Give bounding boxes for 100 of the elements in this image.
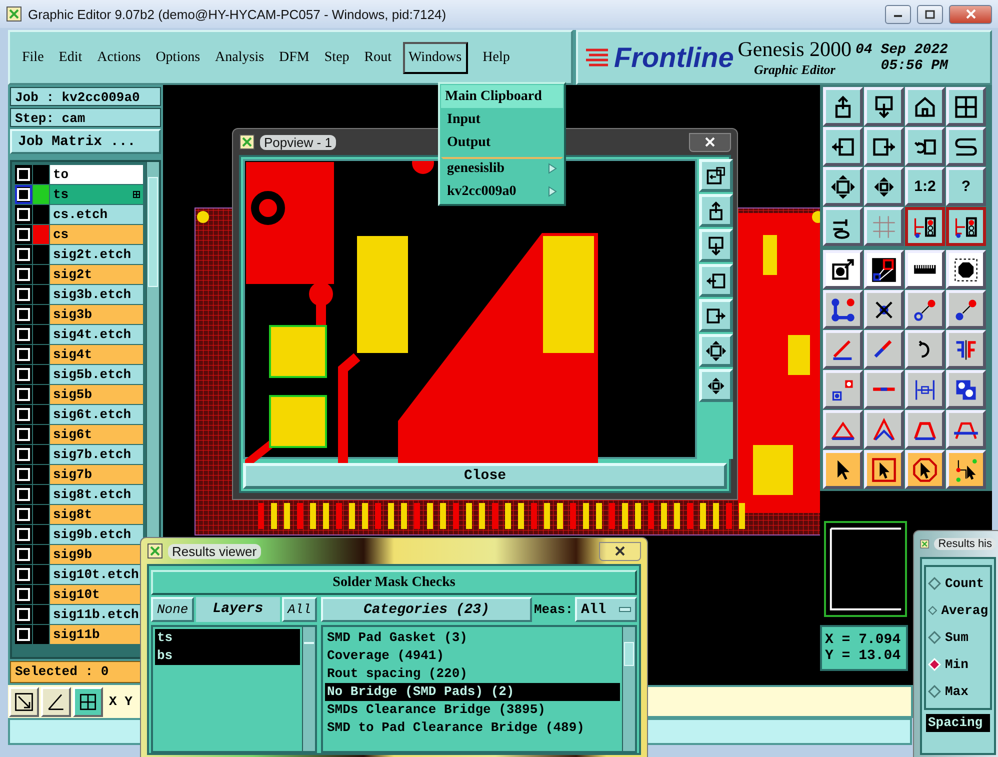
scrollbar[interactable] (622, 627, 635, 751)
view-tool-button[interactable] (699, 299, 733, 332)
list-item[interactable]: bs (155, 647, 300, 665)
layer-name[interactable]: sig10t.etch (50, 565, 143, 584)
radio-option[interactable]: Sum (928, 624, 988, 651)
minimize-button[interactable] (885, 4, 911, 24)
select-all-button[interactable]: All (282, 597, 317, 622)
layer-checkbox[interactable] (15, 365, 32, 384)
layer-checkbox[interactable] (15, 425, 32, 444)
layer-name[interactable]: sig8t.etch (50, 485, 143, 504)
radio-option[interactable]: Averag (928, 597, 988, 624)
layer-name[interactable]: sig7b.etch (50, 445, 143, 464)
layer-checkbox[interactable] (15, 545, 32, 564)
meas-dropdown[interactable]: All (575, 597, 637, 622)
categories-button[interactable]: Categories (23) (321, 597, 532, 622)
layer-checkbox[interactable] (15, 405, 32, 424)
list-item[interactable]: SMD to Pad Clearance Bridge (489) (325, 719, 620, 737)
layer-name[interactable]: sig6t (50, 425, 143, 444)
fiducial-mark (812, 211, 820, 223)
layer-name[interactable]: cs (50, 225, 143, 244)
view-button[interactable] (9, 686, 39, 716)
layer-name[interactable]: sig9b.etch (50, 525, 143, 544)
layer-name[interactable]: ts (50, 185, 143, 204)
layer-checkbox[interactable] (15, 325, 32, 344)
radio-option[interactable]: Count (928, 570, 988, 597)
layer-checkbox[interactable] (15, 565, 32, 584)
view-button[interactable] (73, 686, 103, 716)
layer-name[interactable]: sig11b (50, 625, 143, 644)
overview-map[interactable] (824, 521, 907, 617)
layer-checkbox[interactable] (15, 485, 32, 504)
layer-checkbox[interactable] (15, 245, 32, 264)
layer-checkbox[interactable] (15, 225, 32, 244)
layer-checkbox[interactable] (15, 525, 32, 544)
list-item[interactable]: Rout spacing (220) (325, 665, 620, 683)
list-item[interactable]: ts (155, 629, 300, 647)
close-button[interactable] (599, 542, 641, 560)
list-item[interactable]: No Bridge (SMD Pads) (2) (325, 683, 620, 701)
layer-checkbox[interactable] (15, 625, 32, 644)
layer-checkbox[interactable] (15, 585, 32, 604)
view-tool-button[interactable] (699, 194, 733, 227)
layer-name[interactable]: sig9b (50, 545, 143, 564)
layer-checkbox[interactable] (15, 205, 32, 224)
layer-color-swatch (33, 505, 49, 524)
view-tool-button[interactable] (699, 264, 733, 297)
submenu-arrow-icon (548, 186, 557, 197)
view-tool-button[interactable] (699, 334, 733, 367)
list-item[interactable]: Spacing (926, 714, 990, 732)
toolbar-button[interactable] (946, 207, 986, 246)
layer-name[interactable]: sig2t (50, 265, 143, 284)
toolbar-button[interactable]: 1:2 (905, 167, 945, 206)
layer-checkbox[interactable] (15, 345, 32, 364)
layer-name[interactable]: sig6t.etch (50, 405, 143, 424)
layer-name[interactable]: sig3b.etch (50, 285, 143, 304)
list-item[interactable]: SMD Pad Gasket (3) (325, 629, 620, 647)
radio-option[interactable]: Max (928, 678, 988, 705)
list-item[interactable]: Coverage (4941) (325, 647, 620, 665)
layer-name[interactable]: sig7b (50, 465, 143, 484)
layer-name[interactable]: sig4t (50, 345, 143, 364)
layer-name[interactable]: to (50, 165, 143, 184)
layer-name[interactable]: cs.etch (50, 205, 143, 224)
close-button[interactable] (949, 4, 992, 24)
layer-checkbox[interactable] (15, 285, 32, 304)
layer-name[interactable]: sig4t.etch (50, 325, 143, 344)
select-none-button[interactable]: None (151, 597, 194, 622)
close-popview-button[interactable]: Close (243, 463, 727, 489)
layer-checkbox[interactable] (15, 465, 32, 484)
menu-entry[interactable]: Main Clipboard (441, 85, 563, 108)
layer-checkbox[interactable] (15, 265, 32, 284)
layer-checkbox[interactable] (15, 505, 32, 524)
view-button[interactable] (41, 686, 71, 716)
radio-option[interactable]: Min (928, 651, 988, 678)
window-title: Results viewer (168, 544, 261, 558)
list-item[interactable]: SMDs Clearance Bridge (3895) (325, 701, 620, 719)
menu-item[interactable]: Windows (402, 42, 468, 74)
coordinate-text: X = 7.094 (825, 632, 902, 648)
layer-name[interactable]: sig8t (50, 505, 143, 524)
toolbar-button[interactable]: ? (946, 167, 986, 206)
toolbar-button[interactable] (905, 207, 945, 246)
close-button[interactable] (689, 132, 731, 152)
layer-name[interactable]: sig10t (50, 585, 143, 604)
view-tool-button[interactable] (699, 229, 733, 262)
layer-name[interactable]: sig3b (50, 305, 143, 324)
maximize-button[interactable] (917, 4, 943, 24)
layer-name[interactable]: sig11b.etch (50, 605, 143, 624)
layer-name[interactable]: sig5b (50, 385, 143, 404)
layer-checkbox[interactable] (15, 185, 32, 204)
layer-checkbox[interactable] (15, 305, 32, 324)
layer-checkbox[interactable] (15, 385, 32, 404)
radio-label: Averag (941, 603, 988, 618)
logo-text: Frontline (614, 42, 734, 74)
layer-checkbox[interactable] (15, 605, 32, 624)
layer-name[interactable]: sig2t.etch (50, 245, 143, 264)
job-matrix-button[interactable]: Job Matrix ... (10, 129, 161, 154)
layer-checkbox[interactable] (15, 165, 32, 184)
view-tool-button[interactable] (699, 369, 733, 402)
view-tool-button[interactable] (699, 159, 733, 192)
window-title: Popview - 1 (260, 134, 336, 150)
scrollbar[interactable] (302, 627, 315, 751)
layer-checkbox[interactable] (15, 445, 32, 464)
layer-name[interactable]: sig5b.etch (50, 365, 143, 384)
